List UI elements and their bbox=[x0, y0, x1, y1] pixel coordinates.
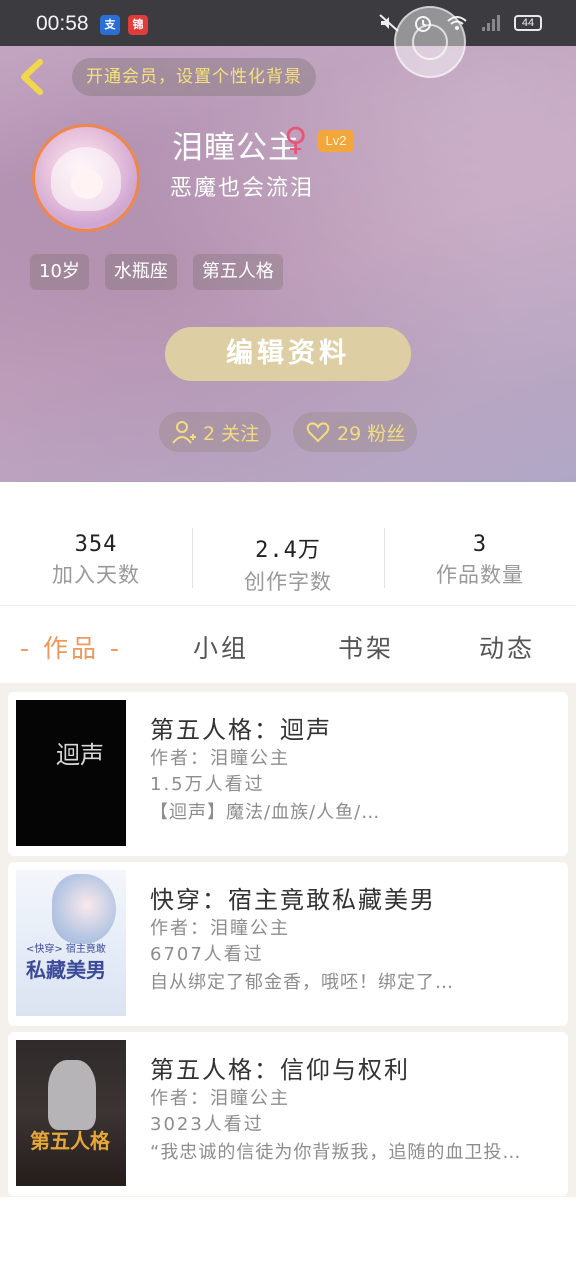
following-button[interactable]: 2 关注 bbox=[159, 412, 271, 452]
book-description: 自从绑定了郁金香，哦呸！绑定了… bbox=[150, 972, 454, 993]
username: 泪瞳公主 bbox=[172, 130, 300, 166]
level-badge: Lv2 bbox=[318, 130, 354, 152]
book-author: 作者：泪瞳公主 bbox=[150, 748, 290, 769]
app-notification-icon: 锦 bbox=[128, 15, 148, 35]
floating-assistant-ball[interactable] bbox=[394, 6, 466, 78]
battery-icon: 44 bbox=[514, 15, 542, 31]
edit-profile-button[interactable]: 编辑资料 bbox=[165, 327, 411, 381]
user-signature: 恶魔也会流泪 bbox=[170, 176, 315, 201]
book-cover: 第五人格 bbox=[16, 1040, 126, 1186]
back-arrow-icon[interactable] bbox=[14, 56, 50, 98]
book-card[interactable]: 迴声 第五人格：迴声 作者：泪瞳公主 1.5万人看过 【迴声】魔法/血族/人鱼/… bbox=[8, 692, 568, 856]
book-author: 作者：泪瞳公主 bbox=[150, 918, 290, 939]
heart-icon bbox=[306, 422, 330, 443]
following-count: 2 关注 bbox=[203, 422, 260, 445]
cover-title: 迴声 bbox=[56, 741, 104, 769]
followers-count: 29 粉丝 bbox=[337, 422, 406, 445]
profile-tabs: - 作品 - 小组 书架 动态 bbox=[0, 607, 576, 683]
book-title: 第五人格：信仰与权利 bbox=[150, 1056, 410, 1084]
book-title: 第五人格：迴声 bbox=[150, 716, 332, 744]
book-views: 1.5万人看过 bbox=[150, 774, 265, 795]
stat-label: 作品数量 bbox=[436, 563, 524, 587]
book-card[interactable]: 第五人格 第五人格：信仰与权利 作者：泪瞳公主 3023人看过 “我忠诚的信徒为… bbox=[8, 1032, 568, 1196]
book-description: “我忠诚的信徒为你背叛我，追随的血卫投… bbox=[150, 1142, 522, 1163]
alipay-notification-icon: 支 bbox=[100, 15, 120, 35]
profile-page: 00:58 支 锦 44 开通会员，设置个性化背景 泪瞳公主 ♀ Lv2 恶魔也… bbox=[0, 0, 576, 1280]
tab-works[interactable]: - 作品 - bbox=[20, 629, 122, 665]
status-bar: 00:58 支 锦 44 bbox=[0, 0, 576, 46]
cover-subtitle: <快穿> 宿主竟敢 bbox=[26, 944, 106, 955]
status-time: 00:58 bbox=[36, 12, 89, 35]
avatar[interactable] bbox=[32, 124, 140, 232]
stat-label: 创作字数 bbox=[244, 570, 332, 594]
signal-icon bbox=[482, 15, 500, 31]
add-user-icon bbox=[172, 421, 196, 444]
stat-days-joined: 354 加入天数 bbox=[0, 532, 192, 589]
stat-label: 加入天数 bbox=[52, 563, 140, 587]
stats-bar: 354 加入天数 2.4万 创作字数 3 作品数量 bbox=[0, 482, 576, 606]
stat-value: 3 bbox=[472, 532, 488, 557]
book-views: 3023人看过 bbox=[150, 1114, 264, 1135]
cover-title: 第五人格 bbox=[30, 1129, 110, 1153]
female-gender-icon: ♀ bbox=[284, 120, 308, 158]
tab-bookshelf[interactable]: 书架 bbox=[338, 629, 394, 665]
tab-groups[interactable]: 小组 bbox=[193, 629, 249, 665]
book-cover: <快穿> 宿主竟敢 私藏美男 bbox=[16, 870, 126, 1016]
book-card[interactable]: <快穿> 宿主竟敢 私藏美男 快穿：宿主竟敢私藏美男 作者：泪瞳公主 6707人… bbox=[8, 862, 568, 1026]
vip-background-banner[interactable]: 开通会员，设置个性化背景 bbox=[72, 58, 316, 96]
tab-activity[interactable]: 动态 bbox=[479, 629, 535, 665]
interest-tag: 第五人格 bbox=[192, 254, 283, 290]
stat-value: 2.4万 bbox=[255, 538, 321, 563]
stat-divider bbox=[192, 528, 193, 588]
book-views: 6707人看过 bbox=[150, 944, 264, 965]
book-description: 【迴声】魔法/血族/人鱼/… bbox=[150, 802, 381, 823]
followers-button[interactable]: 29 粉丝 bbox=[293, 412, 417, 452]
stat-works-count: 3 作品数量 bbox=[384, 532, 576, 589]
book-author: 作者：泪瞳公主 bbox=[150, 1088, 290, 1109]
book-title: 快穿：宿主竟敢私藏美男 bbox=[150, 886, 436, 914]
stat-words-written: 2.4万 创作字数 bbox=[192, 532, 384, 596]
stat-divider bbox=[384, 528, 385, 588]
age-tag: 10岁 bbox=[30, 254, 89, 290]
stat-value: 354 bbox=[74, 532, 118, 557]
cover-title: 私藏美男 bbox=[26, 958, 106, 982]
zodiac-tag: 水瓶座 bbox=[104, 254, 177, 290]
profile-tags: 10岁 水瓶座 第五人格 bbox=[30, 254, 283, 290]
book-cover: 迴声 bbox=[16, 700, 126, 846]
